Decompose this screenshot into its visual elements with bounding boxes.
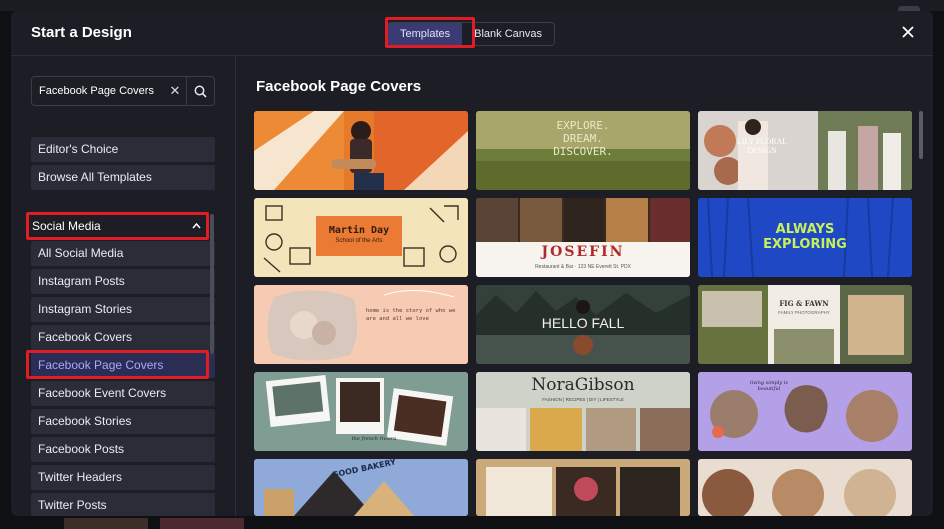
- template-gallery: Facebook Page Covers EXPLORE. DREAM. DIS…: [237, 56, 933, 516]
- sidebar-item-instagram-stories[interactable]: Instagram Stories: [31, 297, 215, 322]
- template-card[interactable]: FIG & FAWN FAMILY PHOTOGRAPHY: [698, 285, 912, 364]
- dialog-header: Start a Design Templates Blank Canvas: [11, 11, 933, 56]
- sidebar-item-instagram-posts[interactable]: Instagram Posts: [31, 269, 215, 294]
- template-card[interactable]: Martin Day School of the Arts: [254, 198, 468, 277]
- search-input[interactable]: [32, 77, 164, 105]
- template-title: JOSEFIN: [541, 244, 625, 260]
- template-card[interactable]: EXPLORE. DREAM. DISCOVER.: [476, 111, 690, 190]
- template-subtitle: FASHION | RECIPES | DIY | LIFESTYLE: [542, 397, 624, 402]
- highlight-box: [26, 350, 209, 379]
- template-subtitle: School of the Arts: [335, 238, 383, 244]
- sidebar-item-twitter-posts[interactable]: Twitter Posts: [31, 493, 215, 516]
- category-sidebar: ✕ Editor's Choice Browse All Templates S…: [11, 56, 236, 516]
- template-card[interactable]: LILY FLORAL DESIGN: [698, 111, 912, 190]
- template-title: the french riviera: [351, 436, 397, 442]
- dialog-title: Start a Design: [31, 24, 132, 41]
- start-design-dialog: Start a Design Templates Blank Canvas ✕ …: [11, 11, 933, 516]
- close-icon: [902, 26, 914, 38]
- template-thumbnail: [698, 372, 912, 451]
- background-thumbnail: [160, 518, 244, 529]
- sidebar-item-twitter-headers[interactable]: Twitter Headers: [31, 465, 215, 490]
- template-card[interactable]: [476, 459, 690, 516]
- template-title: FIG & FAWN: [779, 299, 829, 308]
- highlight-box: [385, 17, 475, 48]
- template-card[interactable]: the french riviera: [254, 372, 468, 451]
- search-icon: [194, 85, 207, 98]
- template-title: home is the story of who we are and all …: [366, 308, 456, 322]
- template-thumbnail: [698, 285, 912, 364]
- tab-blank-canvas[interactable]: Blank Canvas: [462, 23, 554, 45]
- template-card[interactable]: [698, 459, 912, 516]
- template-thumbnail: [476, 459, 690, 516]
- template-title: EXPLORE. DREAM. DISCOVER.: [553, 119, 613, 158]
- template-card[interactable]: JOSEFIN Restaurant & Bar · 123 NE Everet…: [476, 198, 690, 277]
- template-card[interactable]: HELLO FALL: [476, 285, 690, 364]
- template-title: Martin Day: [328, 225, 390, 236]
- sidebar-item-editors-choice[interactable]: Editor's Choice: [31, 137, 215, 162]
- sidebar-item-facebook-covers[interactable]: Facebook Covers: [31, 325, 215, 350]
- clear-search-button[interactable]: ✕: [164, 77, 186, 105]
- close-button[interactable]: [899, 24, 917, 42]
- template-card[interactable]: NoraGibson FASHION | RECIPES | DIY | LIF…: [476, 372, 690, 451]
- gallery-scrollbar[interactable]: [919, 111, 923, 159]
- template-thumbnail: [254, 285, 468, 364]
- template-card[interactable]: [254, 111, 468, 190]
- template-card[interactable]: home is the story of who we are and all …: [254, 285, 468, 364]
- sidebar-item-facebook-posts[interactable]: Facebook Posts: [31, 437, 215, 462]
- template-card[interactable]: living simply is beautiful: [698, 372, 912, 451]
- template-subtitle: FAMILY PHOTOGRAPHY: [778, 310, 830, 315]
- sidebar-item-browse-all[interactable]: Browse All Templates: [31, 165, 215, 190]
- template-title: ALWAYS EXPLORING: [763, 222, 847, 252]
- sidebar-scrollbar[interactable]: [210, 214, 214, 354]
- sidebar-item-facebook-event-covers[interactable]: Facebook Event Covers: [31, 381, 215, 406]
- template-thumbnail: [698, 459, 912, 516]
- background-app-bar: [0, 0, 944, 11]
- template-thumbnail: [698, 111, 912, 190]
- template-title: living simply is beautiful: [750, 380, 788, 392]
- search-button[interactable]: [186, 77, 214, 105]
- highlight-box: [26, 212, 209, 240]
- background-thumbnail: [64, 518, 148, 529]
- template-card[interactable]: ALWAYS EXPLORING: [698, 198, 912, 277]
- sidebar-item-all-social-media[interactable]: All Social Media: [31, 241, 215, 266]
- template-title: NoraGibson: [531, 375, 635, 395]
- template-thumbnail: [254, 111, 468, 190]
- sidebar-item-facebook-stories[interactable]: Facebook Stories: [31, 409, 215, 434]
- clear-icon: ✕: [169, 83, 181, 98]
- template-card[interactable]: GOOD BAKERY: [254, 459, 468, 516]
- template-search: ✕: [31, 76, 215, 106]
- template-title: LILY FLORAL DESIGN: [736, 137, 788, 155]
- template-subtitle: Restaurant & Bar · 123 NE Everett St. PD…: [535, 264, 631, 270]
- template-title: HELLO FALL: [541, 315, 625, 331]
- section-title: Facebook Page Covers: [256, 78, 422, 95]
